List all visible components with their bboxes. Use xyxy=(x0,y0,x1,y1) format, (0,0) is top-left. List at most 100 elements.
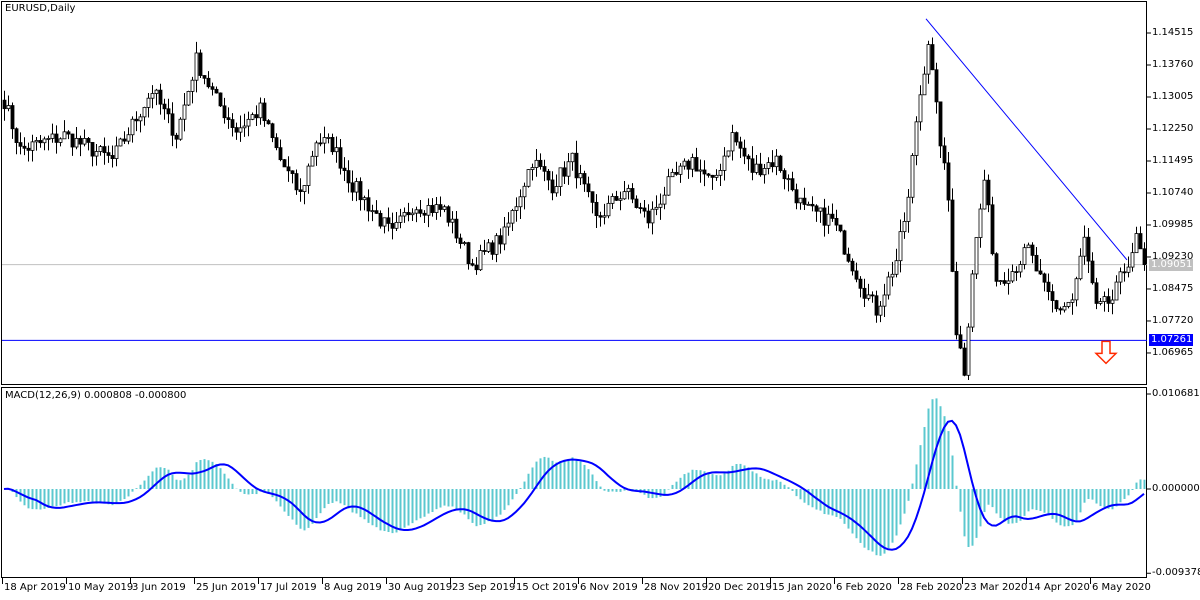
date-axis-label: 23 Mar 2020 xyxy=(964,582,1027,594)
candle-body xyxy=(743,148,746,156)
candle-body xyxy=(1011,272,1014,281)
candle-body xyxy=(807,204,810,205)
candle-body xyxy=(147,98,150,107)
candle-body xyxy=(711,175,714,177)
candle-body xyxy=(471,264,474,266)
candle-body xyxy=(1051,292,1054,301)
bid-price-badge: 1.09051 xyxy=(1149,259,1193,271)
candle-body xyxy=(247,119,250,126)
macd-axis-label: 0.010681 xyxy=(1152,388,1200,400)
candle-body xyxy=(115,146,118,159)
candle-body xyxy=(839,225,842,231)
candle-body xyxy=(591,192,594,203)
date-axis-label: 6 Nov 2019 xyxy=(580,582,638,594)
candle-body xyxy=(535,160,538,167)
candle-body xyxy=(251,115,254,120)
candle-body xyxy=(667,177,670,195)
candle-body xyxy=(191,80,194,91)
candle-body xyxy=(475,265,478,269)
date-axis-label: 17 Jul 2019 xyxy=(260,582,317,594)
date-axis-label: 6 May 2020 xyxy=(1092,582,1151,594)
candle-body xyxy=(35,140,38,141)
candle-body xyxy=(223,106,226,118)
candle-body xyxy=(763,168,766,174)
candle-body xyxy=(707,174,710,175)
candle-body xyxy=(827,214,830,225)
candle-body xyxy=(779,156,782,170)
candle-body xyxy=(563,168,566,176)
candle-body xyxy=(675,172,678,174)
candle-body xyxy=(587,184,590,192)
candle-body xyxy=(1007,281,1010,283)
chart-canvas[interactable] xyxy=(0,0,1200,600)
candles xyxy=(3,37,1146,380)
candle-body xyxy=(947,163,950,200)
date-axis-label: 14 Apr 2020 xyxy=(1028,582,1090,594)
candle-body xyxy=(679,166,682,174)
candle-body xyxy=(287,167,290,171)
macd-histogram xyxy=(5,398,1145,555)
candle-body xyxy=(231,120,234,128)
candle-body xyxy=(607,203,610,215)
candle-body xyxy=(907,197,910,221)
candle-body xyxy=(955,271,958,334)
candle-body xyxy=(791,179,794,190)
price-axis-label: 1.08475 xyxy=(1152,283,1193,295)
candle-body xyxy=(699,170,702,171)
main-panel-frame xyxy=(2,2,1147,385)
date-axis-label: 8 Aug 2019 xyxy=(324,582,382,594)
candle-body xyxy=(187,91,190,105)
candle-body xyxy=(731,133,734,151)
price-axis-label: 1.09985 xyxy=(1152,219,1193,231)
candle-body xyxy=(127,135,130,141)
candle-body xyxy=(639,208,642,209)
candle-body xyxy=(271,124,274,138)
candle-body xyxy=(643,208,646,211)
candle-body xyxy=(31,142,34,151)
candle-body xyxy=(555,187,558,193)
candle-body xyxy=(787,179,790,180)
candle-body xyxy=(1023,248,1026,265)
candle-body xyxy=(659,204,662,207)
candle-body xyxy=(843,231,846,254)
candle-body xyxy=(351,183,354,192)
candle-body xyxy=(87,138,90,142)
candle-body xyxy=(775,156,778,167)
candle-body xyxy=(275,138,278,148)
candle-body xyxy=(395,222,398,228)
candle-body xyxy=(391,223,394,228)
candle-body xyxy=(575,153,578,178)
candle-body xyxy=(51,134,54,138)
candle-body xyxy=(159,90,162,104)
candle-body xyxy=(523,186,526,196)
candle-body xyxy=(887,277,890,295)
candle-body xyxy=(403,212,406,216)
candle-body xyxy=(951,200,954,271)
candle-body xyxy=(263,103,266,121)
candle-body xyxy=(27,148,30,150)
candle-body xyxy=(99,147,102,152)
date-axis-label: 28 Feb 2020 xyxy=(900,582,962,594)
level-price-badge: 1.07261 xyxy=(1149,334,1193,346)
candle-body xyxy=(243,126,246,128)
date-axis-label: 20 Dec 2019 xyxy=(708,582,772,594)
candle-body xyxy=(663,195,666,204)
date-axis-label: 30 Aug 2019 xyxy=(388,582,452,594)
candle-body xyxy=(291,171,294,174)
candle-body xyxy=(987,180,990,205)
candle-body xyxy=(823,208,826,225)
candle-body xyxy=(379,213,382,226)
candle-body xyxy=(963,348,966,375)
candle-body xyxy=(323,138,326,144)
candle-body xyxy=(371,211,374,212)
candle-body xyxy=(991,205,994,254)
candle-body xyxy=(515,207,518,211)
price-axis-label: 1.11495 xyxy=(1152,155,1193,167)
candle-body xyxy=(739,142,742,148)
candle-body xyxy=(971,274,974,327)
candle-body xyxy=(167,109,170,114)
candle-body xyxy=(551,180,554,193)
price-axis-label: 1.12250 xyxy=(1152,123,1193,135)
candle-body xyxy=(199,53,202,76)
candle-body xyxy=(543,167,546,172)
